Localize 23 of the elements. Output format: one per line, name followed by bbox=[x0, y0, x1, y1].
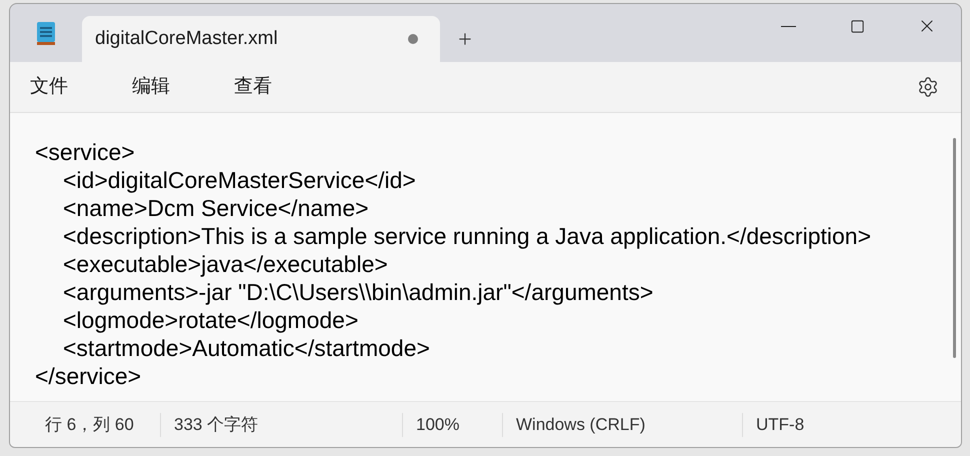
tab-title: digitalCoreMaster.xml bbox=[95, 26, 279, 51]
status-text: 333 个字符 bbox=[174, 414, 258, 436]
menu-item[interactable]: 文件 bbox=[20, 69, 78, 105]
code-line: <id>digitalCoreMasterService</id> bbox=[63, 166, 416, 194]
code-line: <executable>java</executable> bbox=[63, 250, 388, 278]
status-text: 行 6，列 60 bbox=[45, 414, 134, 436]
maximize-icon bbox=[850, 18, 865, 34]
code-line: <startmode>Automatic</startmode> bbox=[63, 334, 430, 362]
menu-item[interactable]: 编辑 bbox=[122, 69, 180, 105]
status-text: UTF-8 bbox=[756, 414, 804, 436]
code-line: <service> bbox=[35, 138, 135, 166]
document-tab[interactable]: digitalCoreMaster.xml bbox=[82, 16, 440, 62]
code-line: <logmode>rotate</logmode> bbox=[63, 306, 358, 334]
scrollbar[interactable] bbox=[953, 138, 956, 358]
code-line: <arguments>-jar "D:\C\Users\\bin\admin.jar"</arguments> bbox=[63, 278, 654, 306]
menu-item[interactable]: 查看 bbox=[224, 69, 282, 105]
notepad-icon bbox=[37, 21, 55, 45]
code-line: <description>This is a sample service running a Java application.</description> bbox=[63, 222, 871, 250]
status-text: 100% bbox=[416, 414, 460, 436]
code-line: <name>Dcm Service</name> bbox=[63, 194, 369, 222]
settings-icon bbox=[917, 76, 939, 98]
status-text: Windows (CRLF) bbox=[516, 414, 646, 436]
code-line: </service> bbox=[35, 362, 142, 390]
